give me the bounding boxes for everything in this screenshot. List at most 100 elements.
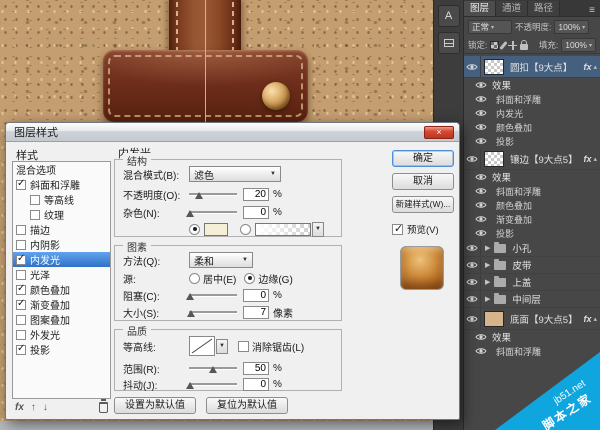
technique-select[interactable]: 柔和 ▼	[189, 252, 253, 268]
style-item[interactable]: 斜面和浮雕	[13, 177, 110, 192]
layer-row[interactable]: 镶边【9大点5】	[464, 148, 600, 170]
opacity-input[interactable]	[243, 188, 269, 201]
add-effect-icon[interactable]: fx	[15, 402, 24, 413]
expand-arrow-icon[interactable]	[485, 244, 490, 252]
style-checkbox[interactable]	[16, 300, 26, 310]
choke-input[interactable]	[243, 289, 269, 302]
style-checkbox[interactable]	[16, 315, 26, 325]
opacity-slider[interactable]	[189, 188, 237, 200]
style-item[interactable]: 等高线	[13, 192, 110, 207]
layer-row[interactable]: 圆扣【9大点】	[464, 56, 600, 78]
dialog-titlebar[interactable]: 图层样式 ×	[6, 123, 459, 142]
visibility-toggle[interactable]	[464, 257, 481, 273]
layer-fill-select[interactable]: 100% ▾	[561, 38, 596, 52]
contour-dropdown[interactable]: ▼	[216, 339, 228, 354]
style-item[interactable]: 混合选项	[13, 162, 110, 177]
visibility-toggle[interactable]	[474, 106, 488, 120]
lock-position-icon[interactable]	[508, 41, 517, 50]
preview-checkbox[interactable]	[392, 224, 403, 235]
layer-row[interactable]: 斜面和浮雕	[464, 184, 600, 198]
source-center-radio[interactable]	[189, 273, 200, 284]
visibility-toggle[interactable]	[464, 308, 481, 329]
visibility-toggle[interactable]	[464, 56, 481, 77]
visibility-toggle[interactable]	[474, 330, 488, 344]
antialias-checkbox[interactable]	[238, 341, 249, 352]
style-item[interactable]: 渐变叠加	[13, 297, 110, 312]
make-default-button[interactable]: 设置为默认值	[114, 397, 196, 414]
choke-slider[interactable]	[189, 289, 237, 301]
lock-transparency-icon[interactable]	[490, 41, 499, 50]
layer-thumbnail[interactable]	[484, 151, 504, 167]
new-style-button[interactable]: 新建样式(W)...	[392, 196, 454, 213]
visibility-toggle[interactable]	[464, 240, 481, 256]
tab-layers[interactable]: 图层	[464, 1, 496, 16]
ok-button[interactable]: 确定	[392, 150, 454, 167]
contour-thumbnail[interactable]	[189, 336, 215, 356]
style-checkbox[interactable]	[16, 255, 26, 265]
cancel-button[interactable]: 取消	[392, 173, 454, 190]
gradient-picker[interactable]	[255, 223, 311, 236]
lock-all-icon[interactable]	[520, 44, 528, 50]
solid-color-radio[interactable]	[189, 224, 200, 235]
jitter-slider[interactable]	[189, 378, 237, 390]
layer-row[interactable]: 效果	[464, 330, 600, 344]
collapsed-panel-icon[interactable]	[438, 32, 460, 54]
layer-blend-mode-select[interactable]: 正常 ▾	[468, 20, 512, 34]
reset-default-button[interactable]: 复位为默认值	[206, 397, 288, 414]
style-checkbox[interactable]	[16, 285, 26, 295]
layer-row[interactable]: 效果	[464, 78, 600, 92]
layer-opacity-select[interactable]: 100% ▾	[554, 20, 589, 34]
style-item[interactable]: 图案叠加	[13, 312, 110, 327]
layer-row[interactable]: 小孔	[464, 240, 600, 257]
style-checkbox[interactable]	[16, 180, 26, 190]
style-checkbox[interactable]	[16, 225, 26, 235]
size-slider[interactable]	[189, 306, 237, 318]
panel-menu-icon[interactable]: ≡	[584, 5, 600, 16]
layer-row[interactable]: 内发光	[464, 106, 600, 120]
gradient-radio[interactable]	[240, 224, 251, 235]
visibility-toggle[interactable]	[474, 134, 488, 148]
glow-color-swatch[interactable]	[204, 223, 228, 236]
style-item[interactable]: 内发光	[13, 252, 110, 267]
style-checkbox[interactable]	[16, 240, 26, 250]
style-checkbox[interactable]	[16, 270, 26, 280]
source-edge-radio[interactable]	[244, 273, 255, 284]
tab-channels[interactable]: 通道	[496, 1, 528, 16]
visibility-toggle[interactable]	[464, 148, 481, 169]
style-item[interactable]: 光泽	[13, 267, 110, 282]
close-button[interactable]: ×	[424, 126, 454, 139]
visibility-toggle[interactable]	[474, 170, 488, 184]
layer-row[interactable]: 效果	[464, 170, 600, 184]
gradient-dropdown[interactable]: ▼	[312, 222, 324, 237]
visibility-toggle[interactable]	[474, 78, 488, 92]
layer-row[interactable]: 颜色叠加	[464, 198, 600, 212]
layer-row[interactable]: 斜面和浮雕	[464, 92, 600, 106]
visibility-toggle[interactable]	[464, 291, 481, 307]
style-item[interactable]: 颜色叠加	[13, 282, 110, 297]
style-item[interactable]: 投影	[13, 342, 110, 357]
size-input[interactable]	[243, 306, 269, 319]
visibility-toggle[interactable]	[474, 212, 488, 226]
layer-row[interactable]: 渐变叠加	[464, 212, 600, 226]
range-input[interactable]	[243, 362, 269, 375]
range-slider[interactable]	[189, 362, 237, 374]
visibility-toggle[interactable]	[474, 198, 488, 212]
expand-arrow-icon[interactable]	[485, 295, 490, 303]
style-checkbox[interactable]	[16, 330, 26, 340]
style-checkbox[interactable]	[30, 210, 40, 220]
visibility-toggle[interactable]	[474, 184, 488, 198]
expand-arrow-icon[interactable]	[485, 278, 490, 286]
blend-mode-select[interactable]: 滤色 ▼	[189, 166, 281, 182]
style-item[interactable]: 外发光	[13, 327, 110, 342]
style-checkbox[interactable]	[16, 345, 26, 355]
style-item[interactable]: 描边	[13, 222, 110, 237]
style-item[interactable]: 纹理	[13, 207, 110, 222]
layer-row[interactable]: 颜色叠加	[464, 120, 600, 134]
visibility-toggle[interactable]	[464, 274, 481, 290]
expand-arrow-icon[interactable]	[485, 261, 490, 269]
layer-thumbnail[interactable]	[484, 311, 504, 327]
move-effect-down-icon[interactable]: ↓	[43, 402, 48, 413]
noise-input[interactable]	[243, 206, 269, 219]
style-checkbox[interactable]	[30, 195, 40, 205]
character-panel-icon[interactable]: A	[438, 5, 460, 27]
